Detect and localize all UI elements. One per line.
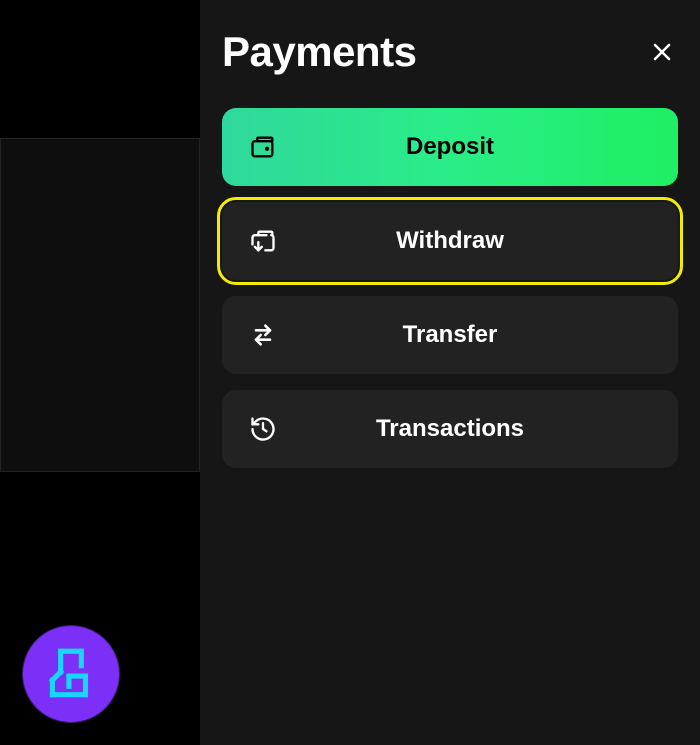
panel-header: Payments (222, 28, 678, 76)
avatar-logo-icon (40, 643, 102, 705)
menu-list: Deposit Withdraw (222, 108, 678, 468)
backdrop (0, 0, 200, 745)
close-button[interactable] (646, 36, 678, 68)
close-icon (650, 40, 674, 64)
transactions-button[interactable]: Transactions (222, 390, 678, 468)
transactions-label: Transactions (248, 415, 652, 443)
payments-panel: Payments Deposit (200, 0, 700, 745)
transfer-button[interactable]: Transfer (222, 296, 678, 374)
withdraw-label: Withdraw (248, 227, 652, 255)
panel-title: Payments (222, 28, 416, 76)
deposit-button[interactable]: Deposit (222, 108, 678, 186)
backdrop-box (0, 138, 200, 472)
deposit-label: Deposit (248, 133, 652, 161)
transfer-label: Transfer (248, 321, 652, 349)
avatar[interactable] (22, 625, 120, 723)
withdraw-button[interactable]: Withdraw (222, 202, 678, 280)
